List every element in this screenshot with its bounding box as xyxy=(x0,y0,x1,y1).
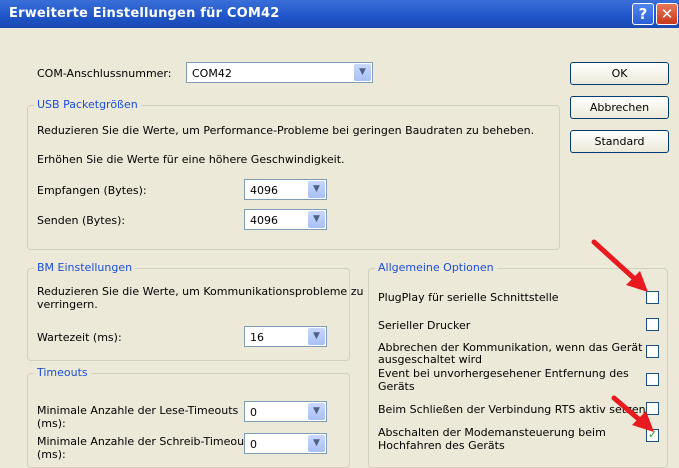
receive-bytes-label: Empfangen (Bytes): xyxy=(37,184,147,197)
write-timeout-select[interactable]: 0 ▼ xyxy=(244,433,327,454)
usb-group-legend: USB Packetgrößen xyxy=(34,98,141,111)
option-label-disable-modem-control-line-2: Hochfahren des Geräts xyxy=(378,439,505,452)
write-timeout-label-line-2: (ms): xyxy=(37,448,66,461)
read-timeout-label-line-1: Minimale Anzahle der Lese-Timeouts xyxy=(37,404,239,417)
checkbox-serial-printer[interactable] xyxy=(646,318,659,331)
read-timeout-value: 0 xyxy=(250,406,257,419)
annotation-arrow-icon xyxy=(591,239,648,292)
write-timeout-label-line-1: Minimale Anzahle der Schreib-Timeouts xyxy=(37,435,255,448)
standard-button[interactable]: Standard xyxy=(570,130,669,153)
wait-time-label: Wartezeit (ms): xyxy=(37,331,122,344)
read-timeout-select[interactable]: 0 ▼ xyxy=(244,401,327,422)
receive-bytes-select[interactable]: 4096 ▼ xyxy=(244,179,327,200)
com-port-label: COM-Anschlussnummer: xyxy=(37,67,172,80)
wait-time-value: 16 xyxy=(250,331,264,344)
option-label-rts-on-close: Beim Schließen der Verbindung RTS aktiv … xyxy=(378,403,646,416)
option-label-serial-printer: Serieller Drucker xyxy=(378,319,471,332)
read-timeout-label-line-2: (ms): xyxy=(37,417,66,430)
chevron-down-icon[interactable]: ▼ xyxy=(354,64,371,81)
checkbox-surprise-removal[interactable] xyxy=(646,373,659,386)
com-port-value: COM42 xyxy=(192,67,232,80)
chevron-down-icon[interactable]: ▼ xyxy=(308,328,325,345)
usb-description-2: Erhöhen Sie die Werte für eine höhere Ge… xyxy=(37,153,345,166)
ok-button[interactable]: OK xyxy=(570,62,669,85)
window-title: Erweiterte Einstellungen für COM42 xyxy=(9,6,280,21)
close-icon: ✕ xyxy=(660,5,674,23)
option-label-surprise-removal-line-2: Geräts xyxy=(378,380,415,393)
option-label-disable-modem-control-line-1: Abschalten der Modemansteuerung beim xyxy=(378,426,606,439)
title-bar: Erweiterte Einstellungen für COM42 ? ✕ xyxy=(0,0,679,28)
checkbox-cancel-on-power-off[interactable] xyxy=(646,345,659,358)
option-label-cancel-on-power-off-line-2: ausgeschaltet wird xyxy=(378,353,482,366)
question-mark-icon: ? xyxy=(638,5,648,23)
chevron-down-icon[interactable]: ▼ xyxy=(308,403,325,420)
timeouts-group-legend: Timeouts xyxy=(34,366,91,379)
com-port-select[interactable]: COM42 ▼ xyxy=(186,62,373,83)
send-bytes-value: 4096 xyxy=(250,214,278,227)
write-timeout-value: 0 xyxy=(250,438,257,451)
help-button[interactable]: ? xyxy=(632,3,654,25)
close-button[interactable]: ✕ xyxy=(656,3,678,25)
usb-description-1: Reduzieren Sie die Werte, um Performance… xyxy=(37,124,535,137)
chevron-down-icon[interactable]: ▼ xyxy=(308,211,325,228)
wait-time-select[interactable]: 16 ▼ xyxy=(244,326,327,347)
bm-group-legend: BM Einstellungen xyxy=(34,261,136,274)
send-bytes-select[interactable]: 4096 ▼ xyxy=(244,209,327,230)
cancel-button[interactable]: Abbrechen xyxy=(570,96,669,119)
general-options-legend: Allgemeine Optionen xyxy=(375,261,497,274)
send-bytes-label: Senden (Bytes): xyxy=(37,214,126,227)
bm-settings-group: BM Einstellungen xyxy=(27,261,350,361)
option-label-plugplay: PlugPlay für serielle Schnittstelle xyxy=(378,291,559,304)
chevron-down-icon[interactable]: ▼ xyxy=(308,435,325,452)
receive-bytes-value: 4096 xyxy=(250,184,278,197)
chevron-down-icon[interactable]: ▼ xyxy=(308,181,325,198)
bm-description-line-2: verringern. xyxy=(37,298,98,311)
option-label-surprise-removal-line-1: Event bei unvorhergesehener Entfernung d… xyxy=(378,367,629,380)
annotation-arrow-icon xyxy=(611,395,654,432)
bm-description-line-1: Reduzieren Sie die Werte, um Kommunikati… xyxy=(37,285,364,298)
